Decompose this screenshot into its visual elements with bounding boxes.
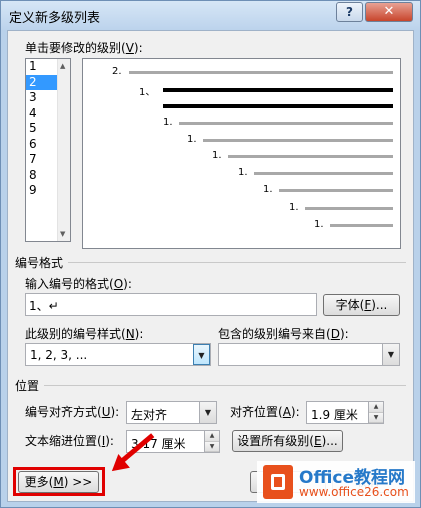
close-button[interactable]: ✕ [365,2,413,22]
highlight-box [13,467,105,496]
format-input-label: 输入编号的格式(O): [25,277,132,291]
level-list[interactable]: 123456789 ▲ ▼ [25,58,71,242]
preview-number: 2. [112,66,122,77]
number-style-select[interactable]: 1, 2, 3, ... ▼ [25,343,211,366]
align-at-spinner[interactable]: ▲ ▼ [368,402,383,423]
preview-line [163,88,393,92]
chevron-down-icon[interactable]: ▼ [199,402,216,423]
scroll-up-icon[interactable]: ▲ [60,62,65,70]
spin-up-icon[interactable]: ▲ [205,431,219,442]
number-style-label: 此级别的编号样式(N): [25,327,144,341]
align-at-label: 对齐位置(A): [230,405,300,419]
number-format-value: 1、↵ [29,299,59,313]
level-preview: 2. 1、 1. 1. 1. 1. 1. 1. 1. [82,58,401,249]
scroll-down-icon[interactable]: ▼ [60,230,65,238]
alignment-value: 左对齐 [131,408,168,422]
font-button[interactable]: 字体(F)... [323,294,400,316]
preview-line [228,155,393,158]
level-list-label: 单击要修改的级别(V): [25,41,143,55]
preview-line [203,139,393,142]
number-format-group-label: 编号格式 [15,256,64,270]
chevron-down-icon[interactable]: ▼ [382,344,399,365]
align-label: 编号对齐方式(U): [25,405,120,419]
preview-number: 1. [187,134,197,145]
watermark: Office教程网 www.office26.com [257,461,415,503]
dialog-body: 单击要修改的级别(V): 123456789 ▲ ▼ 2. 1、 1. 1. 1… [7,30,414,502]
preview-line [179,122,393,125]
preview-line [129,71,393,74]
group-divider [68,262,406,263]
preview-number: 1. [314,219,324,230]
preview-number: 1. [263,184,273,195]
align-at-input[interactable]: 1.9 厘米 ▲ ▼ [306,401,384,424]
include-level-label: 包含的级别编号来自(D): [218,327,349,341]
title-bar[interactable]: 定义新多级列表 ? ✕ [1,1,420,30]
number-style-value: 1, 2, 3, ... [30,348,88,362]
office-logo-icon [263,465,293,499]
spin-down-icon[interactable]: ▼ [369,412,383,423]
preview-line [254,172,393,175]
level-list-scrollbar[interactable]: ▲ ▼ [57,59,70,241]
include-level-select[interactable]: ▼ [218,343,400,366]
align-at-value: 1.9 厘米 [311,408,358,422]
preview-line [330,224,393,227]
spin-down-icon[interactable]: ▼ [205,441,219,452]
position-group-label: 位置 [15,379,40,393]
spin-up-icon[interactable]: ▲ [369,402,383,413]
preview-number: 1. [163,117,173,128]
preview-line [163,104,393,108]
preview-number: 1. [212,150,222,161]
watermark-url: www.office26.com [299,485,409,499]
preview-number: 1. [238,167,248,178]
preview-number: 1. [289,202,299,213]
set-all-levels-button[interactable]: 设置所有级别(E)... [232,430,343,452]
alignment-select[interactable]: 左对齐 ▼ [126,401,217,424]
number-format-input[interactable]: 1、↵ [25,293,317,316]
group-divider [44,385,406,386]
help-button[interactable]: ? [336,2,363,22]
dialog-window: 定义新多级列表 ? ✕ 单击要修改的级别(V): 123456789 ▲ ▼ 2… [0,0,421,508]
preview-line [279,189,393,192]
text-indent-spinner[interactable]: ▲ ▼ [204,431,219,452]
preview-line [305,207,393,210]
preview-number: 1、 [139,87,156,98]
indent-label: 文本缩进位置(I): [25,434,114,448]
dialog-title: 定义新多级列表 [9,11,101,26]
chevron-down-icon[interactable]: ▼ [193,344,210,365]
